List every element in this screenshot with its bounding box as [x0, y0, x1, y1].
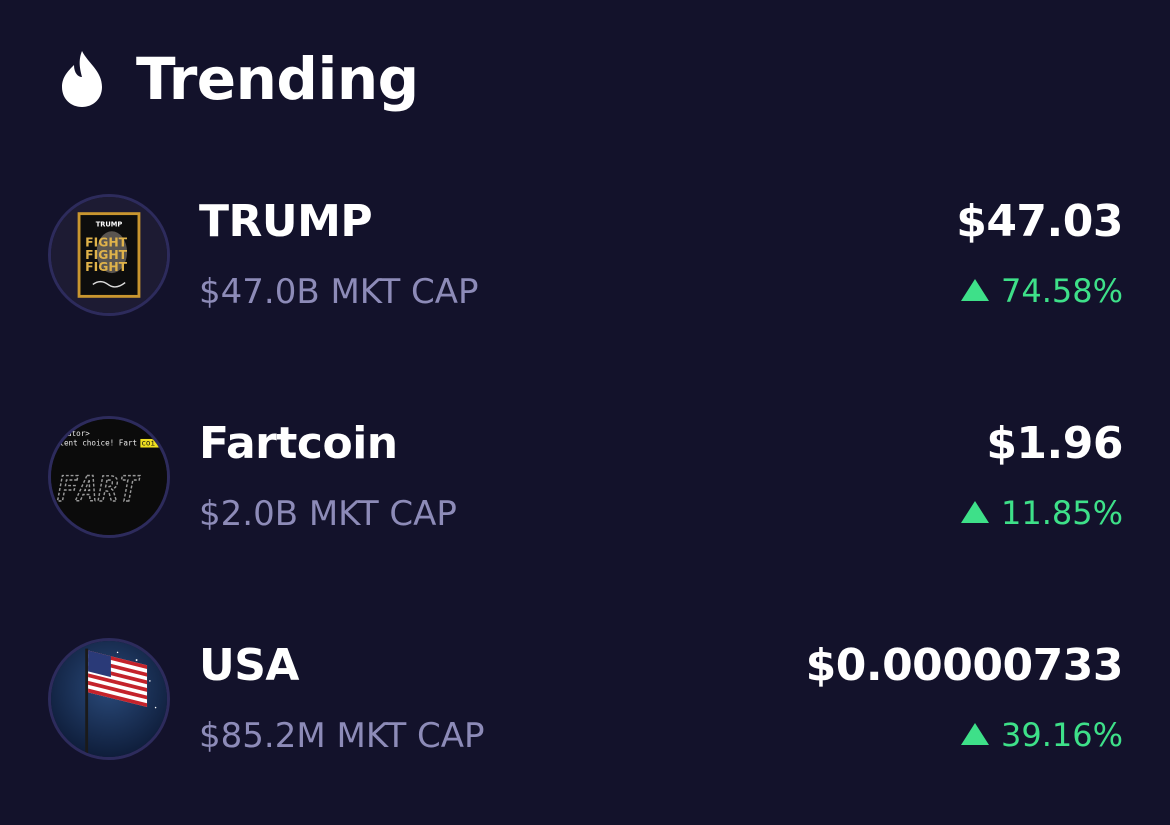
fartcoin-avatar-highlight: coi	[141, 439, 155, 448]
trending-panel: Trending TRUMP FIGHT FIGHT FIGHT TRUMP $…	[0, 0, 1170, 825]
arrow-up-icon	[960, 501, 989, 523]
token-name: Fartcoin	[199, 418, 398, 469]
token-change: 39.16%	[960, 716, 1123, 754]
token-row-fartcoin[interactable]: tutor> llent choice! Fart coi FART Fartc…	[48, 416, 1123, 544]
token-name: TRUMP	[199, 196, 373, 247]
fartcoin-avatar-line2: llent choice! Fart	[55, 439, 137, 448]
token-row-usa[interactable]: USA $85.2M MKT CAP $0.00000733 39.16%	[48, 638, 1124, 766]
trending-header: Trending	[58, 44, 419, 114]
token-price: $47.03	[956, 196, 1123, 247]
token-change-value: 39.16%	[1000, 716, 1123, 754]
arrow-up-icon	[960, 279, 989, 301]
token-row-trump[interactable]: TRUMP FIGHT FIGHT FIGHT TRUMP $47.0B MKT…	[48, 194, 1123, 322]
token-change-value: 74.58%	[1000, 272, 1123, 310]
token-price: $1.96	[986, 418, 1123, 469]
trump-avatar-label: TRUMP	[96, 220, 123, 228]
token-change-value: 11.85%	[1000, 494, 1123, 532]
token-avatar-fartcoin: tutor> llent choice! Fart coi FART	[48, 416, 170, 538]
token-price: $0.00000733	[805, 640, 1124, 691]
token-change: 74.58%	[960, 272, 1123, 310]
token-avatar-usa	[48, 638, 170, 760]
token-market-cap: $2.0B MKT CAP	[199, 494, 457, 534]
american-flag-icon	[51, 641, 167, 757]
page-title: Trending	[136, 45, 419, 113]
token-market-cap: $85.2M MKT CAP	[199, 716, 485, 756]
fartcoin-avatar-logo: FART	[57, 470, 141, 510]
flame-icon	[62, 51, 102, 107]
token-avatar-trump: TRUMP FIGHT FIGHT FIGHT	[48, 194, 170, 316]
token-change: 11.85%	[960, 494, 1123, 532]
fartcoin-avatar-line1: tutor>	[62, 429, 90, 438]
trump-avatar-slogan-3: FIGHT	[85, 260, 128, 274]
token-market-cap: $47.0B MKT CAP	[199, 272, 479, 312]
token-name: USA	[199, 640, 299, 691]
arrow-up-icon	[960, 723, 989, 745]
